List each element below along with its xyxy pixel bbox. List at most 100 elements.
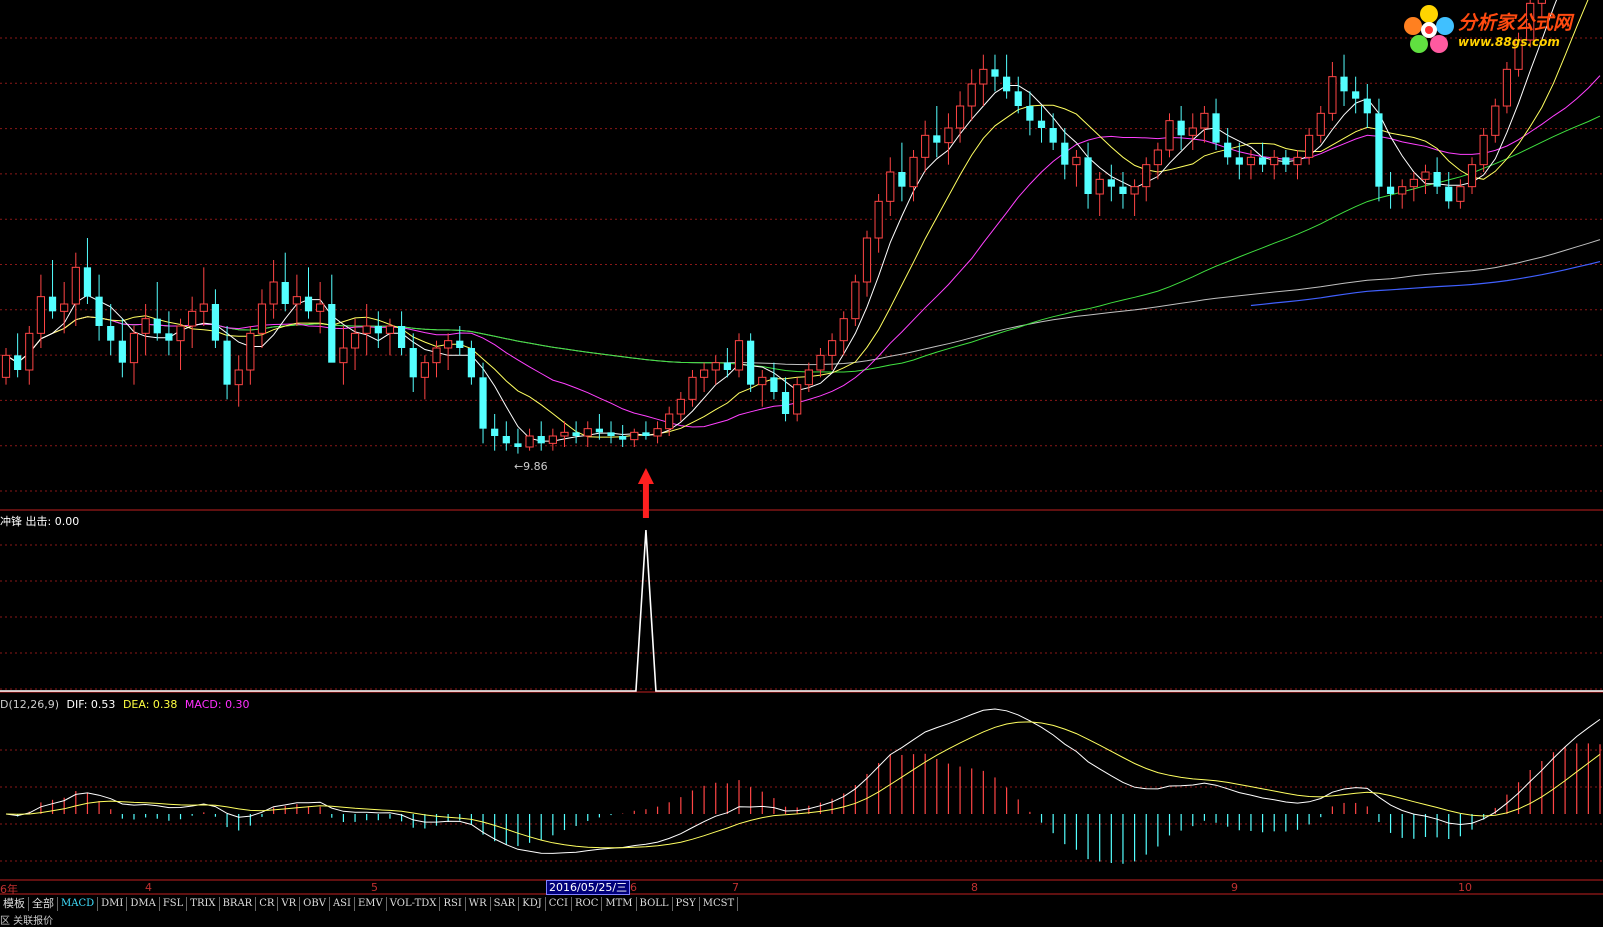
tab-boll[interactable]: BOLL: [636, 897, 673, 911]
tab-trix[interactable]: TRIX: [187, 897, 220, 911]
tab-macd[interactable]: MACD: [58, 897, 99, 911]
candle-body: [48, 296, 57, 312]
tab-sar[interactable]: SAR: [490, 897, 520, 911]
tab--[interactable]: 全部: [29, 897, 58, 911]
candle-body: [36, 296, 46, 334]
candle-body: [1386, 186, 1395, 194]
candle-body: [583, 428, 592, 437]
indicator-header: 冲锋 出击: 0.00: [0, 515, 80, 528]
candle-body: [281, 282, 289, 304]
candle-body: [257, 303, 267, 334]
candle-body: [734, 340, 744, 371]
candle-body: [234, 369, 243, 386]
tab-mcst[interactable]: MCST: [699, 897, 739, 911]
tab-cr[interactable]: CR: [256, 897, 279, 911]
candle-body: [1014, 91, 1022, 106]
candle-body: [292, 296, 301, 305]
candle-body: [1479, 134, 1488, 166]
candle-body: [862, 237, 872, 283]
candle-body: [944, 127, 953, 144]
candle-body: [548, 435, 557, 444]
candle-body: [1316, 112, 1325, 136]
candle-body: [747, 340, 755, 385]
candle-body: [1165, 120, 1174, 151]
candle-body: [502, 436, 510, 444]
candle-body: [153, 318, 161, 334]
tab-asi[interactable]: ASI: [329, 897, 355, 911]
candle-body: [223, 340, 231, 385]
tab-wr[interactable]: WR: [465, 897, 491, 911]
candle-body: [339, 347, 348, 364]
candle-body: [1328, 76, 1337, 114]
candle-body: [95, 296, 103, 326]
candle-body: [699, 369, 709, 378]
candle-body: [71, 266, 80, 305]
tab-mtm[interactable]: MTM: [602, 897, 637, 911]
candle-body: [898, 172, 906, 187]
tab--[interactable]: 模板: [0, 897, 29, 911]
tab-fsl[interactable]: FSL: [159, 897, 188, 911]
candle-body: [676, 398, 685, 415]
candle-body: [921, 134, 930, 158]
candle-body: [176, 325, 185, 342]
tab-roc[interactable]: ROC: [571, 897, 603, 911]
candle-body: [316, 303, 325, 312]
ma-line: [5, 0, 1558, 442]
candle-body: [560, 431, 569, 437]
chart-svg[interactable]: [0, 0, 1603, 920]
candle-body: [758, 376, 767, 386]
candle-body: [1107, 179, 1115, 187]
chart-stage[interactable]: 分析家公式网 www.88gs.com ←9.86 冲锋 出击: 0.00 D(…: [0, 0, 1603, 927]
macd-dea-label: DEA: 0.38: [122, 698, 178, 711]
candle-body: [199, 303, 208, 312]
candle-body: [350, 332, 360, 349]
tab-brar[interactable]: BRAR: [219, 897, 257, 911]
ma-line: [5, 239, 1601, 366]
candle-body: [1433, 172, 1441, 187]
candle-body: [933, 135, 941, 143]
tab-emv[interactable]: EMV: [354, 897, 387, 911]
candle-body: [165, 333, 173, 341]
candle-body: [1153, 149, 1162, 166]
candle-body: [211, 304, 220, 341]
x-axis-label: 4: [145, 881, 152, 894]
candle-body: [711, 362, 720, 371]
candle-body: [665, 413, 674, 430]
candle-body: [874, 200, 883, 239]
candle-body: [479, 377, 487, 429]
candle-body: [25, 332, 34, 371]
candle-body: [851, 281, 860, 320]
tab-vol-tdx[interactable]: VOL-TDX: [386, 897, 441, 911]
ma-line: [5, 115, 1601, 373]
tab-cci[interactable]: CCI: [545, 897, 572, 911]
candle-body: [1049, 128, 1057, 143]
candle-body: [1352, 91, 1360, 99]
x-axis-label: 6: [630, 881, 637, 894]
tab-dmi[interactable]: DMI: [98, 897, 128, 911]
macd-value-label: MACD: 0.30: [184, 698, 250, 711]
candle-body: [1130, 186, 1139, 195]
candle-body: [304, 296, 313, 312]
tab-dma[interactable]: DMA: [127, 897, 160, 911]
candle-body: [409, 348, 417, 378]
candle-body: [572, 432, 580, 436]
tab-obv[interactable]: OBV: [300, 897, 330, 911]
dif-line: [5, 708, 1601, 854]
tab-vr[interactable]: VR: [278, 897, 301, 911]
candle-body: [1282, 157, 1290, 165]
candle-body: [1142, 164, 1151, 188]
candle-body: [770, 377, 778, 392]
candle-body: [642, 432, 650, 436]
tab-psy[interactable]: PSY: [672, 897, 700, 911]
candle-body: [1491, 105, 1500, 136]
candle-body: [1421, 171, 1430, 180]
candle-body: [1375, 113, 1383, 187]
candle-body: [1235, 157, 1243, 165]
candle-body: [630, 431, 639, 441]
candle-body: [107, 326, 115, 341]
tab-kdj[interactable]: KDJ: [519, 897, 546, 911]
candle-body: [1119, 186, 1127, 194]
candle-body: [1246, 156, 1256, 166]
watermark-url: www.88gs.com: [1458, 35, 1560, 49]
tab-rsi[interactable]: RSI: [440, 897, 466, 911]
